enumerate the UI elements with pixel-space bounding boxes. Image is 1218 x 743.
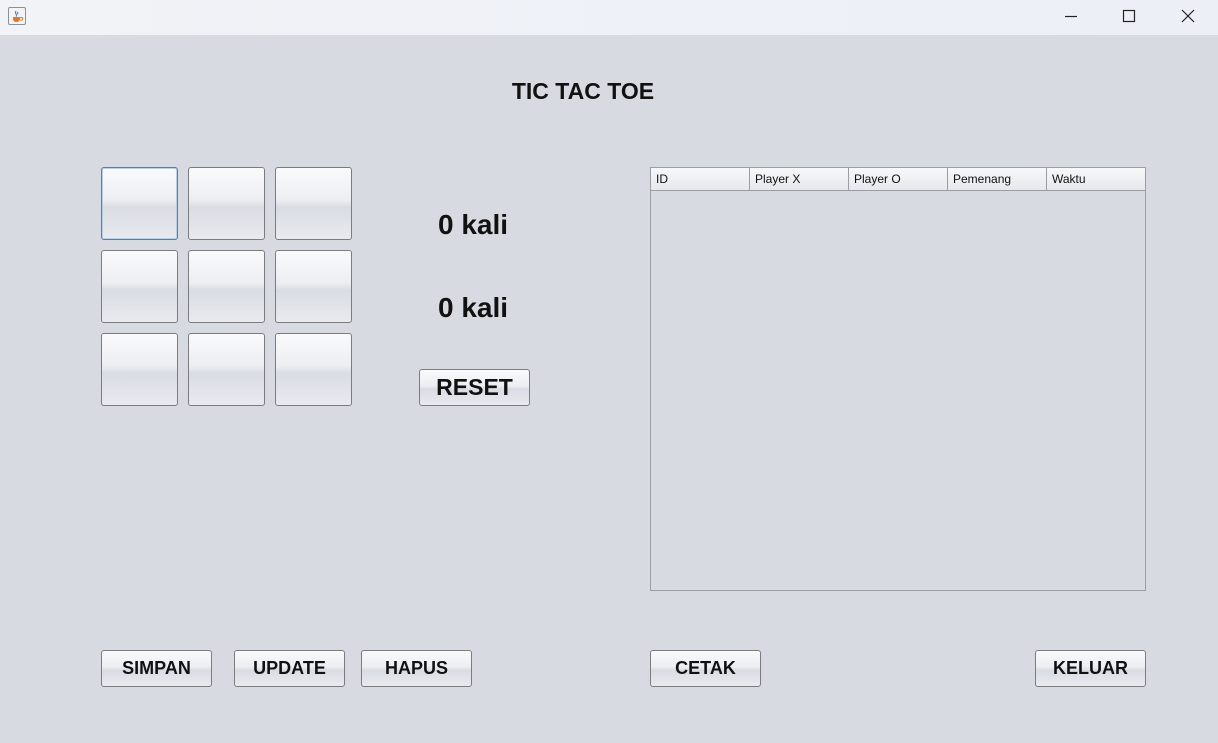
column-header-id[interactable]: ID [651,168,750,190]
maximize-icon [1122,9,1136,23]
column-header-pemenang[interactable]: Pemenang [948,168,1047,190]
close-button[interactable] [1159,0,1217,32]
minimize-button[interactable] [1042,0,1100,32]
board-cell-4[interactable] [101,250,178,323]
board-cell-3[interactable] [275,167,352,240]
board-cell-6[interactable] [275,250,352,323]
keluar-button[interactable]: KELUAR [1035,650,1146,687]
board-cell-7[interactable] [101,333,178,406]
column-header-player-x[interactable]: Player X [750,168,849,190]
java-cup-icon[interactable] [8,7,26,25]
board-cell-5[interactable] [188,250,265,323]
history-table[interactable]: ID Player X Player O Pemenang Waktu [650,167,1146,591]
cetak-button[interactable]: CETAK [650,650,761,687]
close-icon [1181,9,1195,23]
simpan-button[interactable]: SIMPAN [101,650,212,687]
score-player-o: 0 kali [437,292,509,323]
column-header-player-o[interactable]: Player O [849,168,948,190]
board-cell-8[interactable] [188,333,265,406]
board-cell-9[interactable] [275,333,352,406]
minimize-icon [1065,15,1077,18]
column-header-waktu[interactable]: Waktu [1047,168,1145,190]
title-bar [0,0,1218,35]
table-header: ID Player X Player O Pemenang Waktu [651,168,1145,191]
score-player-x: 0 kali [437,209,509,240]
maximize-button[interactable] [1100,0,1158,32]
game-title: TIC TAC TOE [511,78,655,104]
reset-button[interactable]: RESET [419,369,530,406]
board-cell-2[interactable] [188,167,265,240]
update-button[interactable]: UPDATE [234,650,345,687]
board-cell-1[interactable] [101,167,178,240]
hapus-button[interactable]: HAPUS [361,650,472,687]
app-window: TIC TAC TOE 0 kali 0 kali RESET ID Playe… [0,0,1218,743]
